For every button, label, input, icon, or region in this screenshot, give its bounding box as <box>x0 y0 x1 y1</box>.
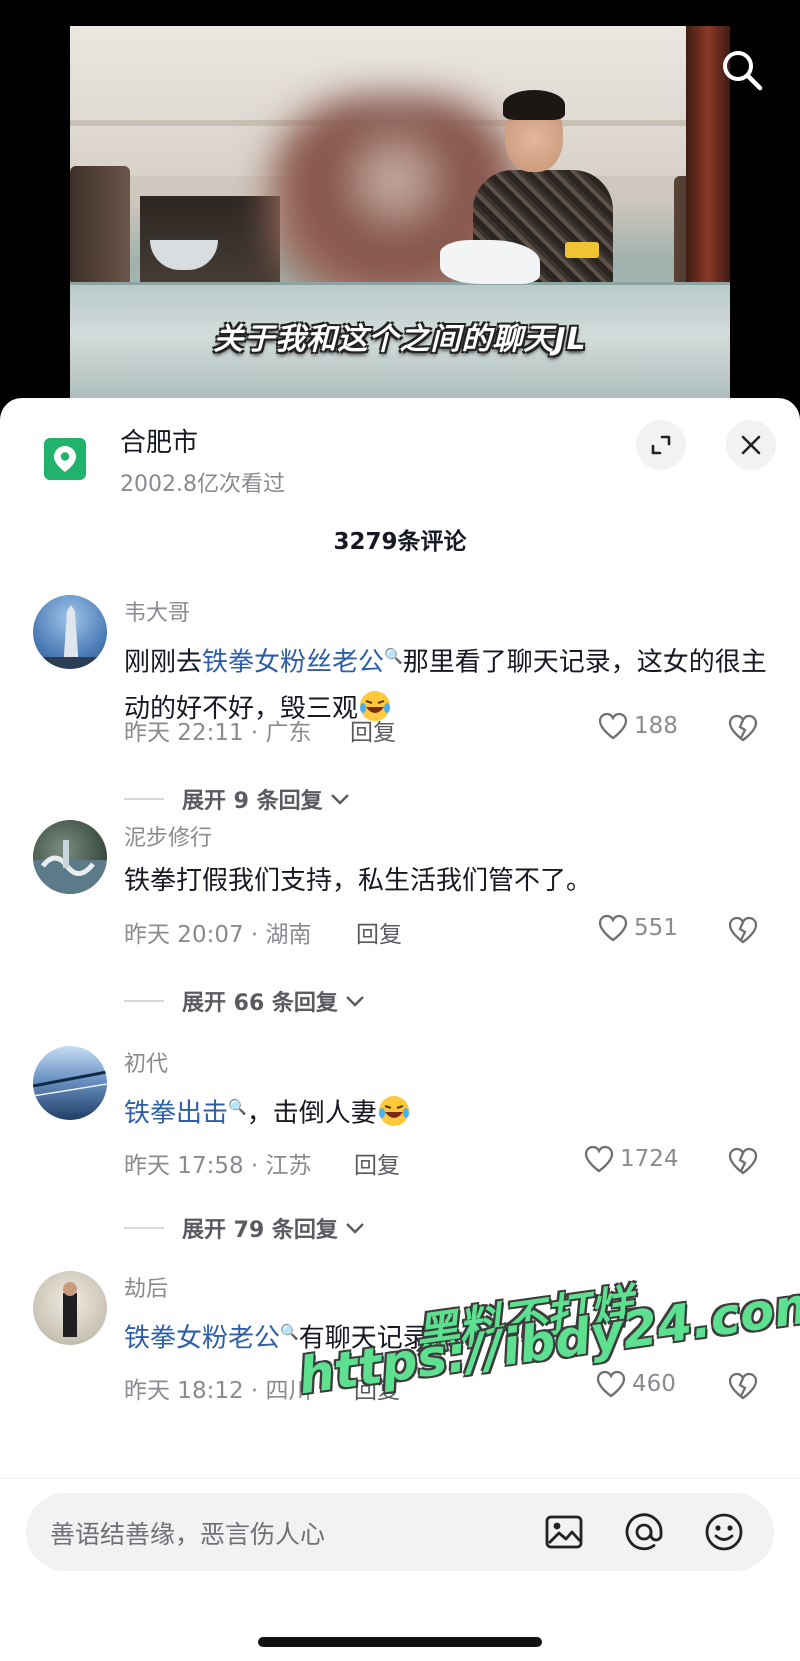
comment-username[interactable]: 泥步修行 <box>124 820 212 852</box>
comment-time-location: 昨天 20:07 · 湖南 <box>124 922 312 948</box>
emoji-icon[interactable] <box>702 1510 746 1554</box>
search-link-icon: 🔍 <box>280 1323 299 1341</box>
like-count: 1724 <box>620 1146 679 1172</box>
avatar[interactable] <box>33 820 107 894</box>
video-scene-cloth <box>440 240 540 284</box>
dislike-button[interactable] <box>728 1147 758 1179</box>
location-title[interactable]: 合肥市 <box>120 422 198 459</box>
avatar[interactable] <box>33 1046 107 1120</box>
search-link[interactable]: 铁拳出击 <box>124 1099 228 1129</box>
comment-username[interactable]: 劫后 <box>124 1271 168 1303</box>
expand-icon <box>651 435 671 455</box>
comment-item: 初代 铁拳出击🔍，击倒人妻 昨天 17:58 · 江苏 回复 1724 展开 7… <box>0 1046 800 1266</box>
comment-item: 韦大哥 刚刚去铁拳女粉丝老公🔍那里看了聊天记录，这女的很主动的好不好，毁三观 昨… <box>0 595 800 825</box>
expand-replies-label: 展开 9 条回复 <box>182 789 323 814</box>
comment-item: 泥步修行 铁拳打假我们支持，私生活我们管不了。 昨天 20:07 · 湖南 回复… <box>0 820 800 1040</box>
comment-time-location: 昨天 22:11 · 广东 <box>124 720 312 746</box>
reply-button[interactable]: 回复 <box>354 1146 400 1180</box>
broken-heart-icon <box>728 1147 758 1175</box>
close-icon <box>741 435 761 455</box>
comment-text-part: 刚刚去 <box>124 647 203 678</box>
comment-username[interactable]: 初代 <box>124 1046 168 1078</box>
broken-heart-icon <box>728 916 758 944</box>
search-link[interactable]: 铁拳女粉丝老公 <box>202 648 384 678</box>
like-button[interactable]: 1724 <box>584 1145 679 1173</box>
video-scene-object <box>565 242 599 258</box>
close-button[interactable] <box>726 420 776 470</box>
comment-count: 3279条评论 <box>333 529 467 555</box>
search-icon[interactable] <box>718 46 766 94</box>
expand-button[interactable] <box>636 420 686 470</box>
heart-icon <box>598 712 628 740</box>
like-count: 188 <box>634 713 678 739</box>
comment-username[interactable]: 韦大哥 <box>124 595 190 627</box>
chevron-down-icon <box>330 794 349 805</box>
avatar[interactable] <box>33 595 107 669</box>
search-link[interactable]: 铁拳女粉老公 <box>124 1324 280 1354</box>
dislike-button[interactable] <box>728 916 758 948</box>
comment-input-placeholder: 善语结善缘，恶言伤人心 <box>50 1520 326 1549</box>
broken-heart-icon <box>728 714 758 742</box>
chevron-down-icon <box>346 996 364 1007</box>
at-icon[interactable] <box>622 1510 666 1554</box>
comment-time-location: 昨天 17:58 · 江苏 <box>124 1153 312 1179</box>
comment-input[interactable]: 善语结善缘，恶言伤人心 <box>26 1493 774 1571</box>
like-count: 460 <box>632 1371 676 1397</box>
comment-input-bar: 善语结善缘，恶言伤人心 <box>0 1478 800 1661</box>
search-link-icon: 🔍 <box>228 1098 247 1116</box>
expand-replies-label: 展开 66 条回复 <box>182 991 338 1016</box>
laughing-emoji-icon <box>378 1095 409 1126</box>
search-link-icon: 🔍 <box>384 647 403 665</box>
view-count: 2002.8亿次看过 <box>120 472 285 497</box>
heart-icon <box>598 914 628 942</box>
like-button[interactable]: 460 <box>596 1370 676 1398</box>
dislike-button[interactable] <box>728 714 758 746</box>
image-icon[interactable] <box>542 1510 586 1554</box>
comment-text-part: 铁拳打假我们支持，私生活我们管不了。 <box>124 866 593 896</box>
expand-replies-button[interactable]: 展开 79 条回复 <box>124 1212 366 1244</box>
divider-dash <box>124 798 164 800</box>
expand-replies-button[interactable]: 展开 9 条回复 <box>124 783 351 815</box>
avatar[interactable] <box>33 1271 107 1345</box>
broken-heart-icon <box>728 1372 758 1400</box>
expand-replies-button[interactable]: 展开 66 条回复 <box>124 985 366 1017</box>
like-button[interactable]: 551 <box>598 914 678 942</box>
heart-icon <box>584 1145 614 1173</box>
comment-text: 铁拳打假我们支持，私生活我们管不了。 <box>124 858 774 904</box>
video-scene-chair-left <box>70 166 130 286</box>
heart-icon <box>596 1370 626 1398</box>
comment-text-part: ，击倒人妻 <box>246 1098 377 1129</box>
divider-dash <box>124 1227 164 1229</box>
like-count: 551 <box>634 915 678 941</box>
comment-text: 铁拳出击🔍，击倒人妻 <box>124 1084 774 1137</box>
home-indicator[interactable] <box>258 1637 542 1647</box>
video-subtitle: 关于我和这个之间的聊天JL <box>213 322 587 357</box>
like-button[interactable]: 188 <box>598 712 678 740</box>
divider-dash <box>124 1000 164 1002</box>
chevron-down-icon <box>346 1223 364 1234</box>
reply-button[interactable]: 回复 <box>356 915 402 949</box>
location-pin-icon[interactable] <box>44 438 86 480</box>
expand-replies-label: 展开 79 条回复 <box>182 1218 338 1243</box>
comment-time-location: 昨天 18:12 · 四川 <box>124 1378 312 1404</box>
comment-sheet: 合肥市 2002.8亿次看过 3279条评论 韦大哥 刚刚去铁拳女粉丝老公🔍那里… <box>0 398 800 1661</box>
reply-button[interactable]: 回复 <box>350 713 396 747</box>
video-player[interactable]: 关于我和这个之间的聊天JL <box>0 0 800 410</box>
dislike-button[interactable] <box>728 1372 758 1404</box>
